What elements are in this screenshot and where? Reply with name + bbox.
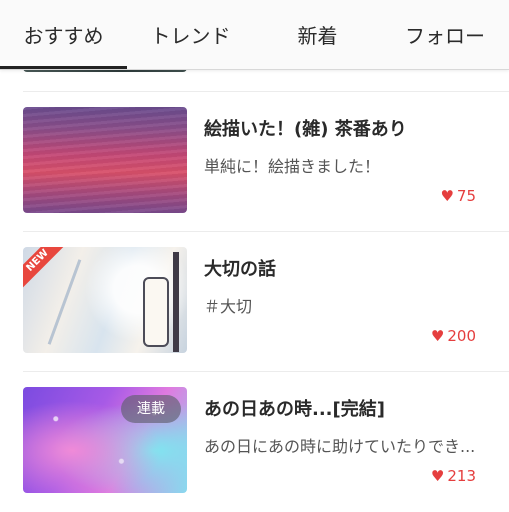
divider [23, 91, 509, 92]
tab-follow[interactable]: フォロー [381, 0, 509, 69]
like-count: ♥ 75 [440, 187, 476, 205]
heart-icon: ♥ [430, 466, 445, 485]
item-description: あの日にあの時に助けていたりでき... [204, 437, 476, 456]
serial-badge: 連載 [121, 395, 181, 423]
item-description: ＃大切 [204, 297, 253, 316]
divider [23, 371, 509, 372]
like-count-value: 213 [447, 467, 476, 485]
tab-recommended[interactable]: おすすめ [0, 0, 127, 69]
like-count: ♥ 200 [431, 327, 476, 345]
heart-icon: ♥ [440, 186, 454, 205]
divider [23, 231, 509, 232]
like-count: ♥ 213 [431, 467, 476, 485]
like-count-value: 75 [456, 187, 476, 205]
item-thumbnail: NEW [23, 247, 187, 353]
heart-icon: ♥ [430, 326, 445, 345]
list-item[interactable]: NEW 大切の話 ＃大切 ♥ 200 [0, 247, 509, 355]
list-item[interactable]: 連載 あの日あの時...[完結] あの日にあの時に助けていたりでき... ♥ 2… [0, 387, 509, 495]
tab-new[interactable]: 新着 [254, 0, 381, 69]
item-title: 大切の話 [204, 259, 276, 280]
item-description: 単純に！絵描きました！ [204, 157, 381, 176]
item-title: あの日あの時...[完結] [204, 399, 385, 420]
item-thumbnail: 連載 [23, 387, 187, 493]
item-title: 絵描いた！(雑) 茶番あり [204, 119, 407, 140]
item-thumbnail [23, 107, 187, 213]
new-badge: NEW [23, 247, 70, 293]
list-item[interactable]: 絵描いた！(雑) 茶番あり 単純に！絵描きました！ ♥ 75 [0, 107, 509, 215]
active-tab-indicator [0, 66, 127, 69]
tab-bar: おすすめ トレンド 新着 フォロー [0, 0, 509, 70]
tab-trend[interactable]: トレンド [127, 0, 254, 69]
like-count-value: 200 [447, 327, 476, 345]
